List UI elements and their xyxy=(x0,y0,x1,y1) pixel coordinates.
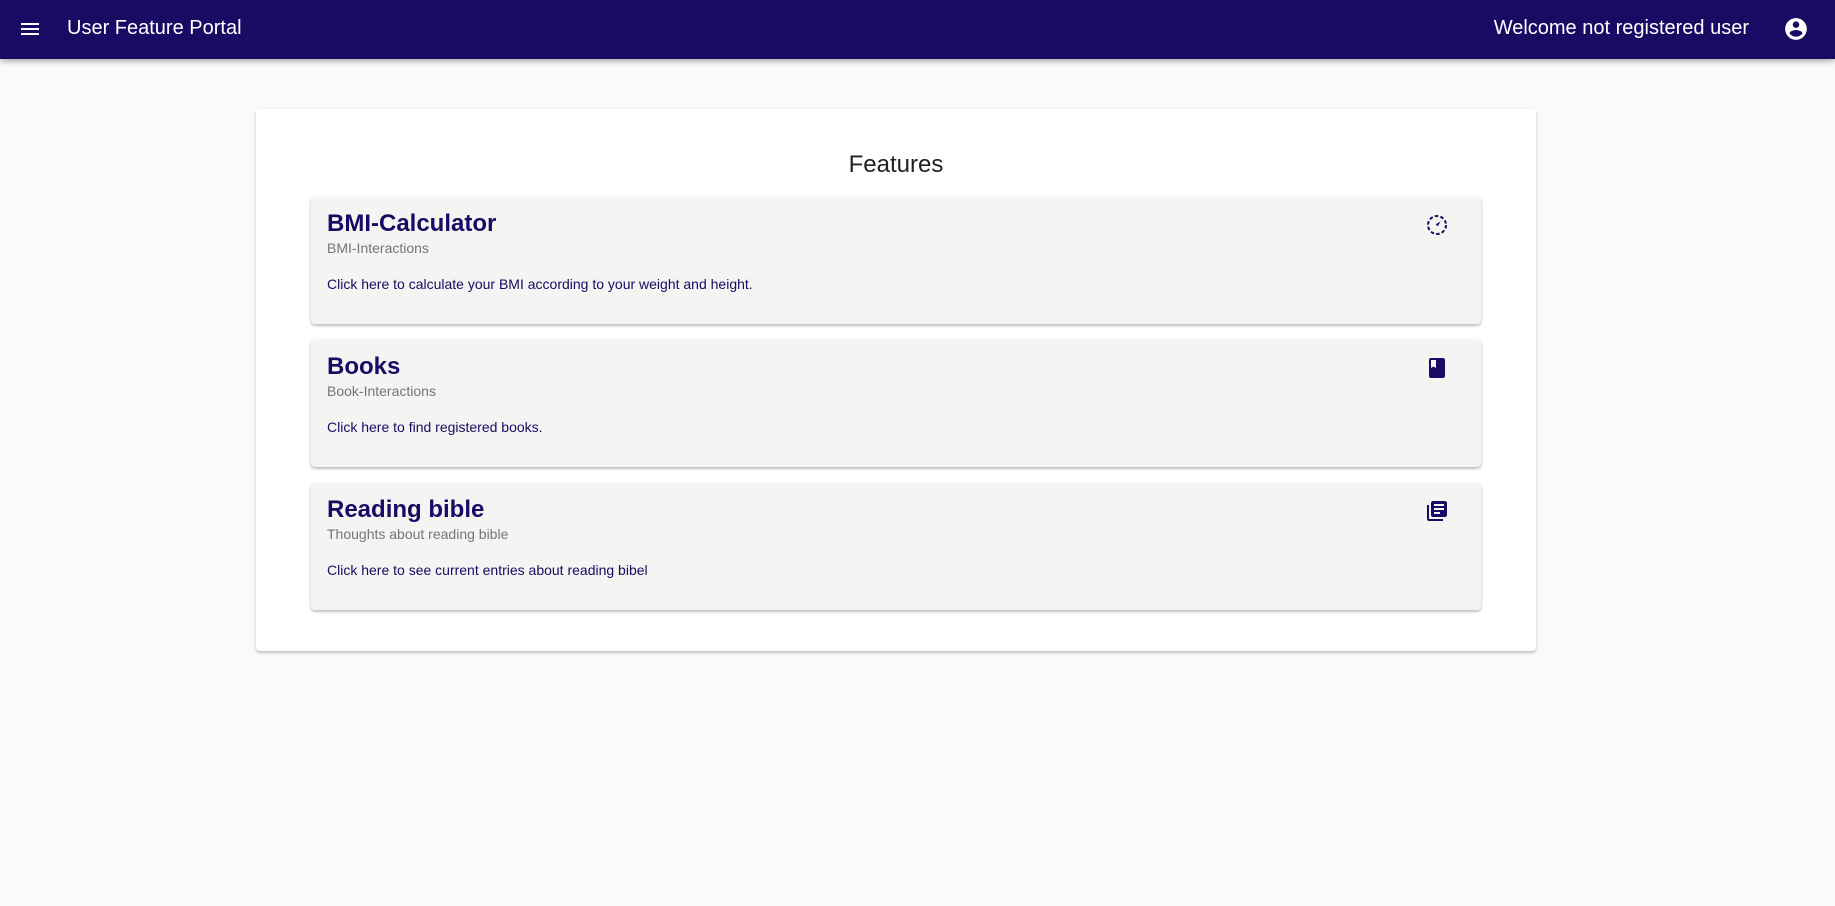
menu-button[interactable] xyxy=(16,15,44,43)
app-title: User Feature Portal xyxy=(67,17,242,39)
card-subtitle: Book-Interactions xyxy=(327,383,436,399)
welcome-message: Welcome not registered user xyxy=(1493,17,1749,39)
top-toolbar: User Feature Portal Welcome not register… xyxy=(0,0,1835,59)
card-title: BMI-Calculator xyxy=(327,210,497,237)
card-description[interactable]: Click here to see current entries about … xyxy=(327,561,648,579)
card-subtitle: BMI-Interactions xyxy=(327,240,429,256)
features-panel: Features BMI-Calculator BMI-Interactions… xyxy=(256,109,1536,651)
speedometer-icon xyxy=(1423,211,1451,239)
menu-icon xyxy=(21,23,39,35)
feature-card-bmi-calculator[interactable]: BMI-Calculator BMI-Interactions Click he… xyxy=(311,197,1481,324)
feature-card-reading-bible[interactable]: Reading bible Thoughts about reading bib… xyxy=(311,483,1481,610)
book-icon xyxy=(1423,354,1451,382)
feature-card-books[interactable]: Books Book-Interactions Click here to fi… xyxy=(311,340,1481,467)
card-subtitle: Thoughts about reading bible xyxy=(327,526,509,542)
card-title: Books xyxy=(327,353,401,380)
account-button[interactable] xyxy=(1781,14,1811,44)
page-title: Features xyxy=(848,151,944,178)
card-title: Reading bible xyxy=(327,496,485,523)
card-description[interactable]: Click here to calculate your BMI accordi… xyxy=(327,275,753,293)
card-description[interactable]: Click here to find registered books. xyxy=(327,418,543,436)
library-books-icon xyxy=(1423,497,1451,525)
account-circle-icon xyxy=(1785,18,1807,40)
